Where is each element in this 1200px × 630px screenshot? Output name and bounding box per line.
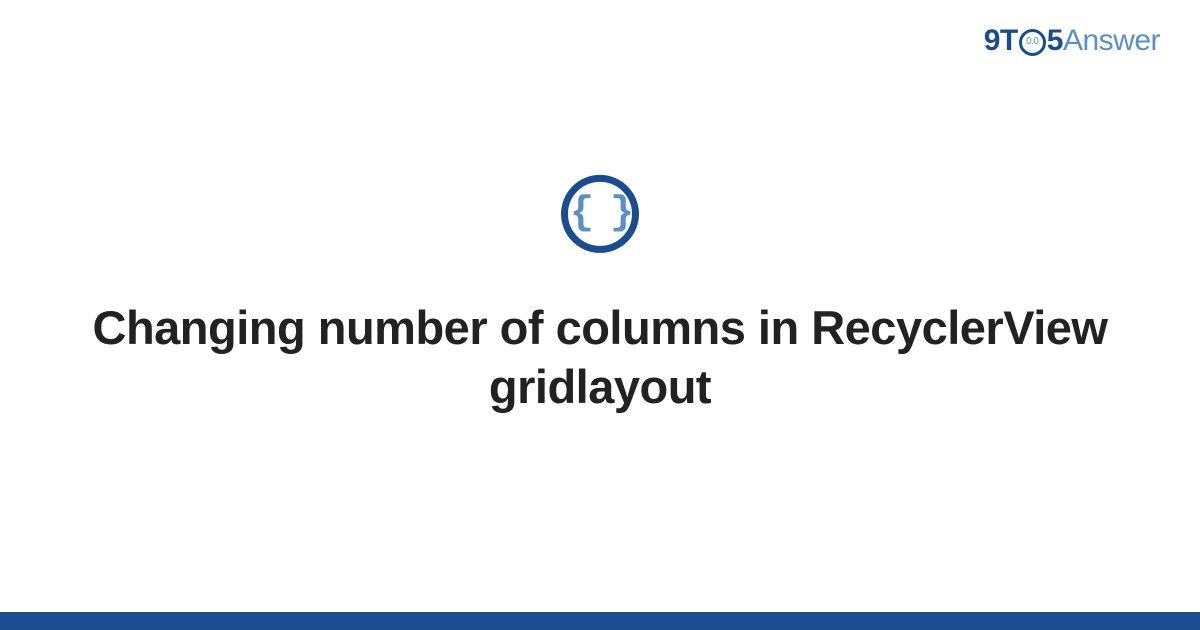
braces-glyph: { }	[570, 194, 630, 234]
logo-ring-inner-text: 0.0	[1026, 37, 1038, 47]
logo-ring-icon: 0.0	[1019, 29, 1046, 56]
logo-text-5: 5	[1047, 24, 1063, 58]
main-content: { } Changing number of columns in Recycl…	[0, 175, 1200, 417]
code-braces-icon: { }	[561, 175, 639, 253]
logo-text-answer: Answer	[1063, 24, 1160, 58]
logo-text-9t: 9T	[984, 24, 1018, 58]
footer-accent-bar	[0, 612, 1200, 630]
site-logo: 9T 0.0 5 Answer	[984, 24, 1160, 58]
page-title: Changing number of columns in RecyclerVi…	[80, 299, 1120, 417]
